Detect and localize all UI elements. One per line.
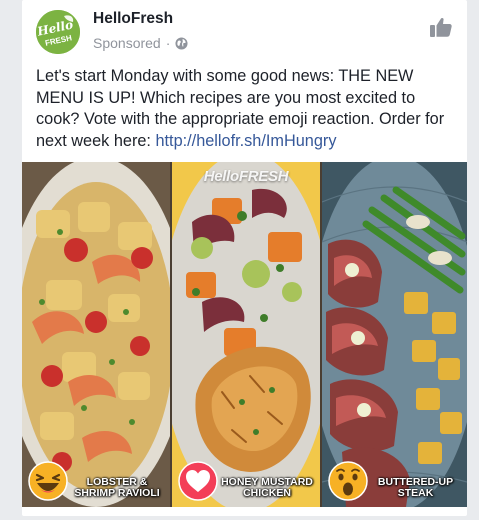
order-link[interactable]: http://hellofr.sh/ImHungry bbox=[155, 132, 336, 150]
wow-face-icon[interactable] bbox=[328, 461, 368, 501]
sponsored-label[interactable]: Sponsored bbox=[93, 35, 161, 51]
post-meta: Sponsored · bbox=[93, 35, 188, 51]
ravioli-dish-image bbox=[22, 162, 170, 507]
ravioli-photo-panel[interactable]: Lobster & Shrimp Ravioli bbox=[22, 162, 170, 507]
post-text: Let's start Monday with some good news: … bbox=[36, 66, 456, 152]
steak-dish-image bbox=[322, 162, 467, 507]
hellofresh-logo[interactable]: Hello FRESH bbox=[36, 10, 80, 54]
hellofresh-logo-mark: Hello FRESH bbox=[36, 10, 80, 54]
heart-icon[interactable] bbox=[178, 461, 218, 501]
page-name-link[interactable]: HelloFresh bbox=[93, 10, 173, 28]
ravioli-caption: Lobster & Shrimp Ravioli bbox=[68, 477, 166, 499]
steak-caption: Buttered-Up Steak bbox=[368, 477, 463, 499]
meta-separator: · bbox=[165, 35, 171, 51]
hellofresh-watermark: HelloFRESH bbox=[203, 168, 289, 185]
chicken-dish-image bbox=[172, 162, 320, 507]
steak-caption-line2: Steak bbox=[397, 487, 434, 499]
like-page-thumbs-up-icon[interactable] bbox=[429, 15, 453, 39]
chicken-caption: Honey Mustard Chicken bbox=[218, 477, 316, 499]
chicken-caption-line2: Chicken bbox=[243, 487, 291, 499]
sponsored-post: Hello FRESH HelloFresh Sponsored · Let's… bbox=[22, 0, 467, 516]
chicken-photo-panel[interactable]: HelloFRESH Honey Mustard Chicken bbox=[172, 162, 320, 507]
laughing-face-icon[interactable] bbox=[28, 461, 68, 501]
ravioli-caption-line2: Shrimp Ravioli bbox=[74, 487, 160, 499]
steak-photo-panel[interactable]: Buttered-Up Steak bbox=[322, 162, 467, 507]
globe-icon[interactable] bbox=[175, 36, 188, 50]
menu-photo-collage[interactable]: Lobster & Shrimp Ravioli bbox=[22, 162, 467, 507]
